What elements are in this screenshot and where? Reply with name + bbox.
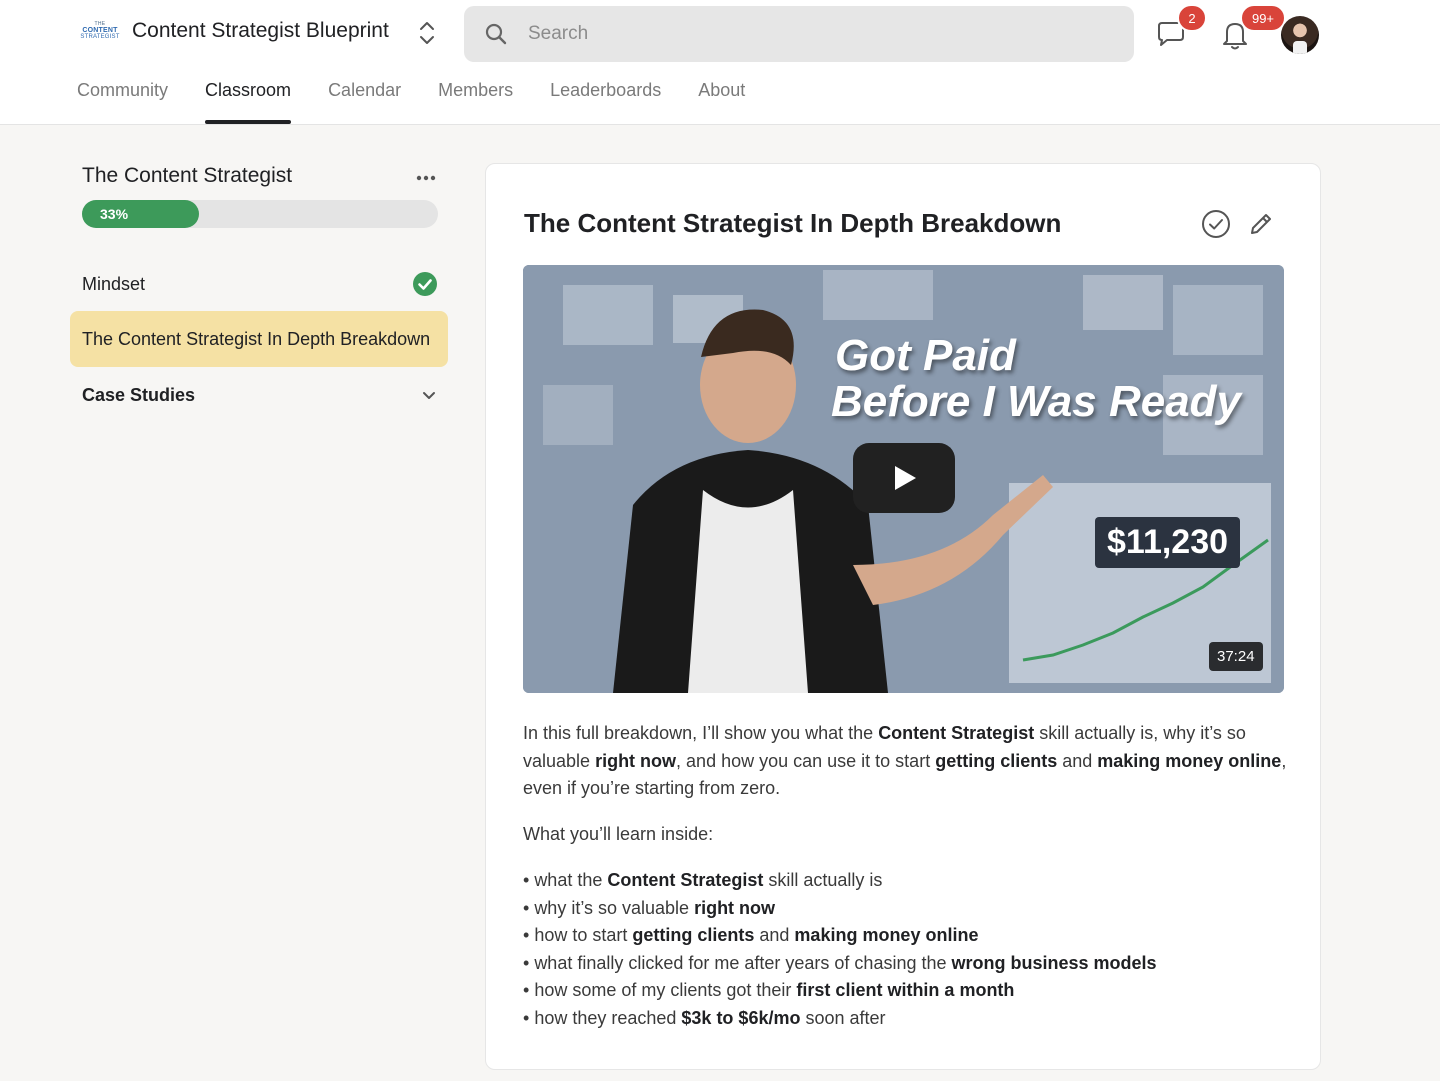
- tab-members[interactable]: Members: [438, 78, 513, 124]
- nav-tabs: Community Classroom Calendar Members Lea…: [77, 78, 782, 124]
- text-segment: skill actually is: [763, 870, 883, 890]
- video-price-label: $11,230: [1095, 517, 1241, 568]
- text-segment: , and how you can use it to start: [676, 750, 936, 771]
- lesson-title: The Content Strategist In Depth Breakdow…: [524, 208, 1062, 238]
- text-segment: and: [754, 925, 795, 946]
- text-segment: how they reached: [534, 1007, 682, 1028]
- switch-icon[interactable]: [414, 18, 440, 48]
- bold-text: right now: [694, 897, 776, 918]
- search-bar[interactable]: [464, 6, 1134, 62]
- text-segment: and: [1057, 750, 1098, 771]
- lesson-card: The Content Strategist In Depth Breakdow…: [485, 163, 1321, 1070]
- list-item: why it’s so valuable right now: [523, 895, 1293, 923]
- tab-community[interactable]: Community: [77, 78, 168, 124]
- top-header: THE CONTENT STRATEGIST Content Strategis…: [0, 0, 1440, 125]
- text-segment: soon after: [800, 1007, 886, 1028]
- course-title: The Content Strategist: [82, 164, 293, 187]
- bold-text: making money online: [794, 925, 979, 946]
- video-player[interactable]: Got Paid Before I Was Ready $11,230 37:2…: [523, 265, 1284, 693]
- bold-text: Content Strategist: [878, 723, 1035, 743]
- learn-heading: What you’ll learn inside:: [523, 823, 714, 844]
- list-item: what finally clicked for me after years …: [523, 950, 1293, 978]
- course-progress-bar: 33%: [82, 200, 438, 228]
- lesson-label: The Content Strategist In Depth Breakdow…: [82, 328, 431, 349]
- logo-line: STRATEGIST: [80, 34, 120, 40]
- section-case-studies[interactable]: Case Studies: [82, 380, 438, 410]
- chevron-down-icon: [423, 392, 435, 399]
- tab-leaderboards[interactable]: Leaderboards: [550, 78, 661, 124]
- progress-fill: 33%: [82, 200, 200, 228]
- play-icon: [895, 466, 916, 490]
- tab-about[interactable]: About: [698, 78, 745, 124]
- text-segment: what the: [534, 870, 608, 890]
- list-item: how they reached $3k to $6k/mo soon afte…: [523, 1005, 1293, 1033]
- learn-list: what the Content Strategist skill actual…: [523, 867, 1293, 1033]
- list-item: what the Content Strategist skill actual…: [523, 867, 1293, 895]
- bold-text: getting clients: [935, 750, 1058, 771]
- more-icon[interactable]: [414, 170, 438, 186]
- text-segment: how some of my clients got their: [534, 980, 797, 1001]
- video-headline-line: Before I Was Ready: [831, 377, 1242, 426]
- notification-badge: 99+: [1240, 4, 1286, 32]
- mark-complete-icon[interactable]: [1200, 208, 1232, 240]
- video-headline-line: Got Paid: [835, 331, 1016, 380]
- edit-icon[interactable]: [1247, 210, 1275, 238]
- lesson-label: Mindset: [82, 273, 146, 294]
- bold-text: getting clients: [632, 925, 755, 946]
- search-input[interactable]: [528, 23, 1088, 45]
- bold-text: wrong business models: [951, 952, 1157, 973]
- check-circle-icon: [413, 272, 437, 296]
- lesson-description: In this full breakdown, I’ll show you wh…: [523, 720, 1293, 1033]
- chat-badge: 2: [1177, 4, 1207, 32]
- bold-text: right now: [595, 750, 677, 771]
- text-segment: what finally clicked for me after years …: [534, 952, 952, 973]
- tab-classroom[interactable]: Classroom: [205, 78, 292, 124]
- bold-text: making money online: [1097, 750, 1282, 771]
- bold-text: $3k to $6k/mo: [681, 1007, 801, 1028]
- bold-text: Content Strategist: [607, 870, 764, 890]
- bold-text: first client within a month: [796, 980, 1015, 1001]
- list-item: how to start getting clients and making …: [523, 922, 1293, 950]
- text-segment: In this full breakdown, I’ll show you wh…: [523, 723, 879, 743]
- lesson-item-current[interactable]: The Content Strategist In Depth Breakdow…: [70, 311, 448, 367]
- play-button[interactable]: [853, 443, 955, 513]
- search-icon: [485, 23, 507, 45]
- lesson-item-mindset[interactable]: Mindset: [70, 256, 448, 312]
- video-duration: 37:24: [1209, 642, 1263, 671]
- text-segment: how to start: [534, 925, 633, 946]
- video-headline: Got Paid Before I Was Ready: [831, 331, 1241, 425]
- text-segment: why it’s so valuable: [534, 897, 695, 918]
- logo-line: CONTENT: [82, 27, 118, 34]
- tab-calendar[interactable]: Calendar: [328, 78, 401, 124]
- lesson-intro: In this full breakdown, I’ll show you wh…: [523, 720, 1293, 803]
- avatar[interactable]: [1281, 16, 1319, 54]
- group-title[interactable]: Content Strategist Blueprint: [132, 19, 389, 43]
- section-label: Case Studies: [82, 384, 196, 405]
- group-logo[interactable]: THE CONTENT STRATEGIST: [78, 14, 122, 48]
- progress-label: 33%: [100, 206, 129, 222]
- list-item: how some of my clients got their first c…: [523, 977, 1293, 1005]
